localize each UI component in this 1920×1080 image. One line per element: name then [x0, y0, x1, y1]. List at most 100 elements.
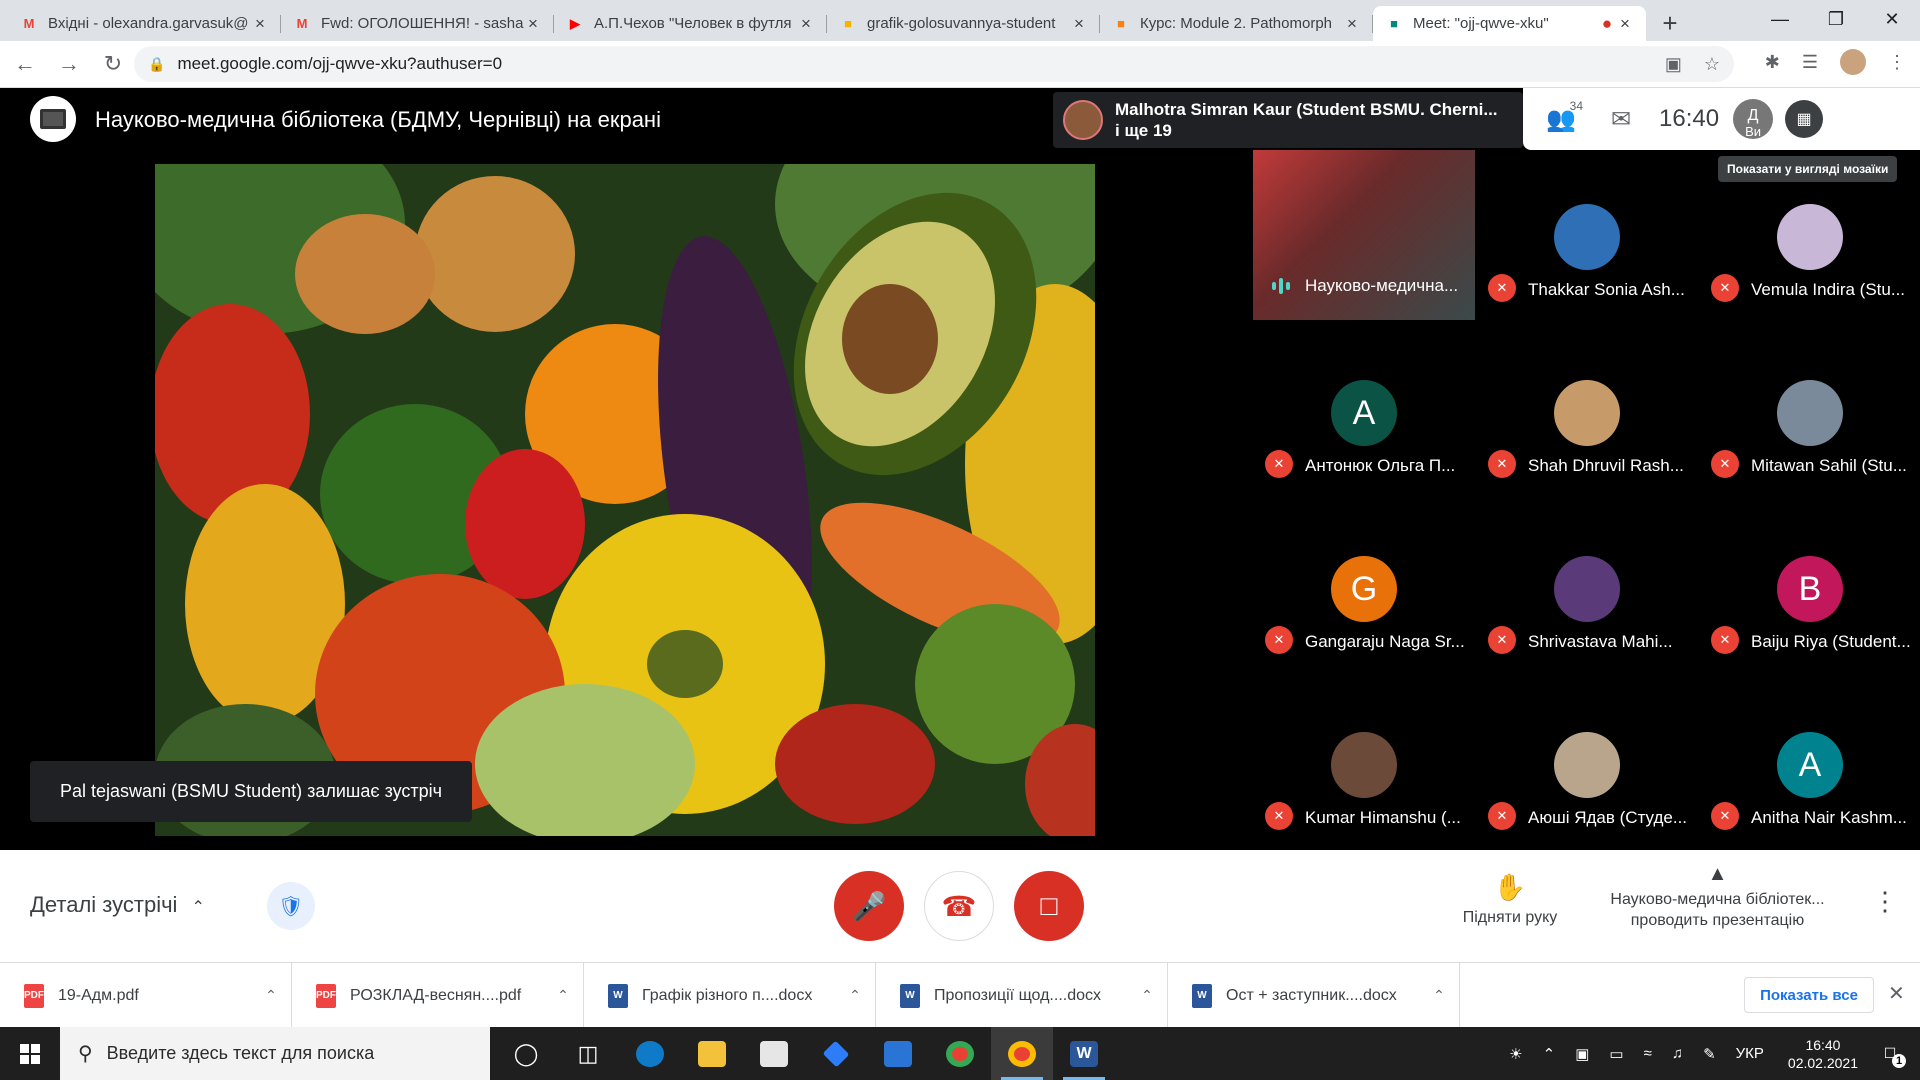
participant-avatar — [1554, 556, 1620, 622]
download-filename: 19-Адм.pdf — [58, 986, 139, 1004]
participant-tile[interactable]: ✕ Аюші Ядав (Студе... — [1476, 678, 1698, 848]
chevron-up-icon[interactable]: ⌃ — [543, 987, 583, 1004]
start-button[interactable] — [0, 1027, 60, 1080]
raise-hand-label: Підняти руку — [1462, 909, 1558, 926]
close-tab-icon[interactable]: × — [1616, 14, 1634, 34]
task-view-icon[interactable]: ◫ — [557, 1027, 619, 1080]
close-tab-icon[interactable]: × — [797, 14, 815, 34]
presenting-indicator[interactable]: ▲ Науково-медична бібліотек... проводить… — [1595, 864, 1840, 931]
chevron-up-icon[interactable]: ⌃ — [1419, 987, 1459, 1004]
meeting-details-label: Деталі зустрічі — [30, 892, 178, 917]
show-hidden-icons-icon[interactable]: ⌃ — [1543, 1045, 1556, 1063]
language-indicator[interactable]: УКР — [1736, 1045, 1764, 1062]
camera-icon[interactable]: ▣ — [1665, 54, 1682, 75]
raise-hand-button[interactable]: ✋ Підняти руку — [1440, 872, 1580, 927]
mic-off-icon: 🎤 — [851, 890, 887, 922]
more-options-icon[interactable]: ⋮ — [1872, 886, 1898, 917]
close-tab-icon[interactable]: × — [1343, 14, 1361, 34]
wifi-icon[interactable]: ≈ — [1644, 1045, 1652, 1062]
store-icon[interactable] — [743, 1027, 805, 1080]
show-all-downloads-button[interactable]: Показать все — [1744, 977, 1874, 1013]
browser-tab[interactable]: ■ grafik-golosuvannya-student × — [827, 6, 1100, 41]
close-tab-icon[interactable]: × — [524, 14, 542, 34]
gmail-icon: M — [23, 16, 35, 31]
participant-name: Mitawan Sahil (Stu... — [1751, 456, 1907, 475]
bookmark-star-icon[interactable]: ☆ — [1704, 54, 1720, 75]
download-item[interactable]: W Ост + заступник....docx ⌃ — [1168, 963, 1460, 1028]
participant-tile[interactable]: ✕ Shrivastava Mahi... — [1476, 502, 1698, 672]
download-item[interactable]: W Графік різного п....docx ⌃ — [584, 963, 876, 1028]
participant-tile[interactable]: ✕ Kumar Himanshu (... — [1253, 678, 1475, 848]
pen-icon[interactable]: ✎ — [1703, 1045, 1716, 1063]
close-tab-icon[interactable]: × — [251, 14, 269, 34]
mic-muted-icon: ✕ — [1265, 626, 1293, 654]
chevron-up-icon[interactable]: ⌃ — [1127, 987, 1167, 1004]
profile-avatar[interactable] — [1840, 49, 1866, 75]
participant-tile[interactable]: B ✕ Baiju Riya (Student... — [1699, 502, 1920, 672]
participant-tile[interactable]: Науково-медична... — [1253, 150, 1475, 320]
people-icon[interactable]: 👥 34 — [1531, 99, 1591, 134]
participant-name: Anitha Nair Kashm... — [1751, 808, 1907, 827]
url-field[interactable]: 🔒 meet.google.com/ojj-qwve-xku?authuser=… — [134, 46, 1734, 82]
download-item[interactable]: W Пропозиції щод....docx ⌃ — [876, 963, 1168, 1028]
cortana-icon[interactable]: ◯ — [495, 1027, 557, 1080]
browser-tab[interactable]: ■ Meet: "ojj-qwve-xku" ● × — [1373, 6, 1646, 41]
restore-icon[interactable]: ❐ — [1808, 0, 1864, 38]
mail-icon[interactable] — [867, 1027, 929, 1080]
dropbox-icon[interactable] — [805, 1027, 867, 1080]
chrome-profile-icon[interactable] — [991, 1027, 1053, 1080]
back-icon[interactable]: ← — [6, 45, 44, 83]
forward-icon[interactable]: → — [50, 45, 88, 83]
taskbar-search[interactable]: ⚲ Введите здесь текст для поиска — [60, 1027, 490, 1080]
reload-icon[interactable]: ↻ — [94, 45, 132, 83]
menu-dots-icon[interactable]: ⋮ — [1888, 52, 1906, 73]
self-avatar[interactable]: Д Ви — [1733, 99, 1774, 139]
tile-layout-icon[interactable]: ▦ — [1785, 100, 1824, 138]
battery-icon[interactable]: ▭ — [1609, 1045, 1623, 1063]
browser-tab[interactable]: ■ Курс: Module 2. Pathomorph × — [1100, 6, 1373, 41]
doc-icon: ■ — [844, 16, 852, 31]
new-tab-button[interactable]: + — [1652, 6, 1688, 41]
word-icon[interactable]: W — [1053, 1027, 1115, 1080]
chrome-icon[interactable] — [929, 1027, 991, 1080]
participant-tile[interactable]: ✕ Shah Dhruvil Rash... — [1476, 326, 1698, 496]
participant-tile[interactable]: ✕ Thakkar Sonia Ash... — [1476, 150, 1698, 320]
camera-off-button[interactable]: □ — [1014, 871, 1084, 941]
participant-avatar — [1777, 204, 1843, 270]
volume-icon[interactable]: ♫ — [1672, 1045, 1683, 1062]
download-filename: Ост + заступник....docx — [1226, 986, 1397, 1004]
meet-tray-icon[interactable]: ▣ — [1575, 1045, 1589, 1063]
close-shelf-icon[interactable]: ✕ — [1888, 981, 1905, 1006]
mic-off-button[interactable]: 🎤 — [834, 871, 904, 941]
chat-icon[interactable]: ✉ — [1591, 105, 1651, 134]
meeting-details-button[interactable]: Деталі зустрічі ⌃ — [30, 892, 205, 918]
chevron-up-icon[interactable]: ⌃ — [835, 987, 875, 1004]
download-item[interactable]: PDF 19-Адм.pdf ⌃ — [0, 963, 292, 1028]
active-speaker-card: Malhotra Simran Kaur (Student BSMU. Cher… — [1053, 92, 1523, 148]
taskbar-clock[interactable]: 16:40 02.02.2021 — [1788, 1036, 1858, 1072]
extensions-puzzle-icon[interactable]: ✱ — [1765, 52, 1780, 73]
chevron-up-icon: ⌃ — [191, 899, 205, 916]
close-tab-icon[interactable]: × — [1070, 14, 1088, 34]
weather-icon[interactable]: ☀ — [1509, 1045, 1522, 1063]
participant-tile[interactable]: G ✕ Gangaraju Naga Sr... — [1253, 502, 1475, 672]
edge-icon[interactable] — [619, 1027, 681, 1080]
leave-call-button[interactable]: ☎ — [924, 871, 994, 941]
reading-list-icon[interactable]: ☰ — [1802, 52, 1818, 73]
minimize-icon[interactable]: — — [1752, 0, 1808, 38]
browser-tab[interactable]: ▶ А.П.Чехов "Человек в футля × — [554, 6, 827, 41]
notification-center-icon[interactable]: ☐ 1 — [1872, 1036, 1908, 1072]
participant-tile[interactable]: ✕ Mitawan Sahil (Stu... — [1699, 326, 1920, 496]
file-explorer-icon[interactable] — [681, 1027, 743, 1080]
chevron-up-icon[interactable]: ⌃ — [251, 987, 291, 1004]
browser-tab[interactable]: M Вхідні - olexandra.garvasuk@ × — [8, 6, 281, 41]
download-item[interactable]: PDF РОЗКЛАД-веснян....pdf ⌃ — [292, 963, 584, 1028]
lock-icon[interactable]: 🔒 — [148, 56, 165, 73]
close-window-icon[interactable]: ✕ — [1864, 0, 1920, 38]
host-controls-shield-icon[interactable]: 🛡 — [267, 882, 315, 930]
participant-tile[interactable]: A ✕ Антонюк Ольга П... — [1253, 326, 1475, 496]
browser-tab[interactable]: M Fwd: ОГОЛОШЕННЯ! - sasha × — [281, 6, 554, 41]
participant-avatar — [1777, 380, 1843, 446]
participant-tile[interactable]: A ✕ Anitha Nair Kashm... — [1699, 678, 1920, 848]
speaker-name: Malhotra Simran Kaur (Student BSMU. Cher… — [1115, 100, 1498, 119]
